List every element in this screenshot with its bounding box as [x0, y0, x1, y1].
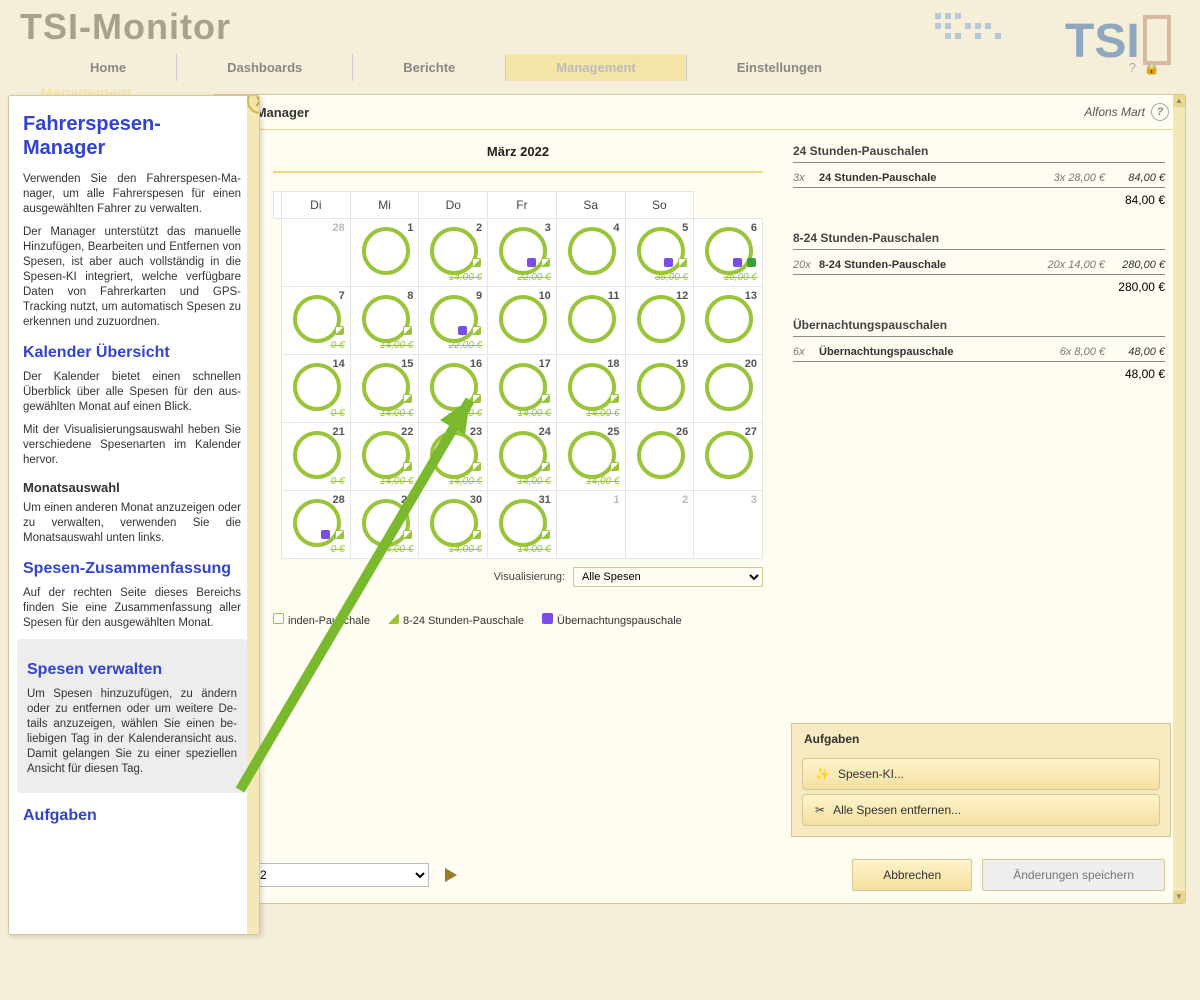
dow-header: Sa — [556, 192, 625, 219]
calendar-grid: DiMiDoFrSaSo 281214,00 €322,00 €4536,00 … — [273, 191, 763, 559]
task-ai-button[interactable]: ✨Spesen-KI... — [802, 758, 1160, 790]
summary-section: 24 Stunden-Pauschalen 3x24 Stunden-Pausc… — [793, 140, 1165, 227]
calendar-day[interactable]: 2914,00 € — [350, 491, 419, 559]
calendar-day[interactable]: 536,00 € — [625, 219, 694, 287]
month-label: März 2022 — [273, 140, 763, 173]
help-text: Um Spesen hinzuzufügen, zu ändern oder z… — [27, 687, 237, 777]
help-title: Fahrerspesen-Manager — [23, 112, 241, 160]
logo-icon: TSI — [935, 5, 1185, 75]
nav-einstellungen[interactable]: Einstellungen — [686, 54, 872, 81]
help-text: Auf der rechten Seite dieses Bereichs fi… — [23, 586, 241, 631]
help-text: Verwenden Sie den Fahrerspesen-Ma­nager,… — [23, 172, 241, 217]
dow-header: Di — [282, 192, 351, 219]
calendar-day[interactable]: 280 € — [282, 491, 351, 559]
calendar-day[interactable]: 2514,00 € — [556, 423, 625, 491]
scroll-down-icon[interactable]: ▼ — [1173, 891, 1185, 903]
help-text: Mit der Visualisierungsauswahl heben Sie… — [23, 423, 241, 468]
save-button[interactable]: Änderungen speichern — [982, 859, 1165, 891]
footer-bar: 2022 Abbrechen Änderungen speichern — [223, 859, 1171, 891]
calendar-day[interactable]: 26 — [625, 423, 694, 491]
calendar-day[interactable]: 11 — [556, 287, 625, 355]
calendar-day[interactable]: 210 € — [282, 423, 351, 491]
calendar-day[interactable]: 70 € — [282, 287, 351, 355]
user-name: Alfons Mart — [1084, 105, 1145, 119]
calendar-day[interactable]: 1514,00 € — [350, 355, 419, 423]
dow-header: Do — [419, 192, 488, 219]
calendar-day[interactable]: 1 — [350, 219, 419, 287]
calendar-day[interactable]: 140 € — [282, 355, 351, 423]
calendar-day[interactable]: 12 — [625, 287, 694, 355]
calendar-day[interactable]: 814,00 € — [350, 287, 419, 355]
calendar-day[interactable]: 322,00 € — [488, 219, 557, 287]
calendar-day[interactable]: 3 — [694, 491, 763, 559]
sparkle-icon: ✨ — [815, 767, 830, 781]
calendar-day[interactable]: 27 — [694, 423, 763, 491]
dow-header: Fr — [488, 192, 557, 219]
calendar-day[interactable]: 2 — [625, 491, 694, 559]
help-text: Der Kalender bietet einen schnellen Über… — [23, 370, 241, 415]
legend: inden-Pauschale8-24 Stunden-PauschaleÜbe… — [273, 595, 763, 645]
main-window: ▲▼ sen-Manager Alfons Mart? März 2022 Di… — [212, 94, 1186, 904]
nav-management[interactable]: Management — [505, 54, 685, 81]
summary-section: Übernachtungspauschalen 6xÜbernachtungsp… — [793, 314, 1165, 401]
help-subheading: Monatsauswahl — [23, 480, 241, 495]
calendar-day[interactable]: 1714,00 € — [488, 355, 557, 423]
dow-header: Mi — [350, 192, 419, 219]
calendar-day[interactable]: 2414,00 € — [488, 423, 557, 491]
tasks-panel: Aufgaben ✨Spesen-KI... ✂Alle Spesen entf… — [791, 723, 1171, 837]
calendar-day[interactable]: 13 — [694, 287, 763, 355]
help-text: Um einen anderen Monat anzuzeigen oder z… — [23, 501, 241, 546]
nav-dashboards[interactable]: Dashboards — [176, 54, 352, 81]
svg-text:TSI: TSI — [1065, 15, 1140, 68]
calendar-day[interactable]: 10 — [488, 287, 557, 355]
calendar-day[interactable]: 2214,00 € — [350, 423, 419, 491]
help-panel: X ▲ Fahrerspesen-Manager Verwenden Sie d… — [8, 95, 260, 935]
viz-select[interactable]: Alle Spesen — [573, 567, 763, 587]
summary-section: 8-24 Stunden-Pauschalen 20x8-24 Stunden-… — [793, 227, 1165, 314]
calendar-day[interactable]: 2314,00 € — [419, 423, 488, 491]
next-month-icon[interactable] — [445, 868, 457, 882]
calendar-day[interactable]: 4 — [556, 219, 625, 287]
cancel-button[interactable]: Abbrechen — [852, 859, 972, 891]
nav-berichte[interactable]: Berichte — [352, 54, 505, 81]
tasks-title: Aufgaben — [792, 724, 1170, 754]
cross-icon: ✂ — [815, 803, 825, 817]
calendar-day[interactable]: 214,00 € — [419, 219, 488, 287]
calendar-day[interactable]: 1 — [556, 491, 625, 559]
calendar-day[interactable]: 1814,00 € — [556, 355, 625, 423]
help-heading: Spesen verwalten — [27, 661, 237, 679]
help-text: Der Manager unterstützt das manuelle Hin… — [23, 225, 241, 330]
calendar-day[interactable]: 636,00 € — [694, 219, 763, 287]
calendar-day[interactable]: 3014,00 € — [419, 491, 488, 559]
calendar-day[interactable]: 922,00 € — [419, 287, 488, 355]
nav-home[interactable]: Home — [40, 54, 176, 81]
dow-header: So — [625, 192, 694, 219]
task-remove-button[interactable]: ✂Alle Spesen entfernen... — [802, 794, 1160, 826]
viz-label: Visualisierung: — [494, 571, 565, 583]
calendar-day[interactable]: 19 — [625, 355, 694, 423]
help-heading: Spesen-Zusammenfassung — [23, 560, 241, 578]
calendar-day[interactable]: 20 — [694, 355, 763, 423]
help-heading: Kalender Übersicht — [23, 344, 241, 362]
calendar-day[interactable]: 28 — [282, 219, 351, 287]
help-icon[interactable]: ? — [1151, 103, 1169, 121]
scroll-up-icon[interactable]: ▲ — [1173, 95, 1185, 107]
help-heading: Aufgaben — [23, 807, 241, 825]
calendar-day[interactable]: 3114,00 € — [488, 491, 557, 559]
calendar-day[interactable]: 1614,00 € — [419, 355, 488, 423]
